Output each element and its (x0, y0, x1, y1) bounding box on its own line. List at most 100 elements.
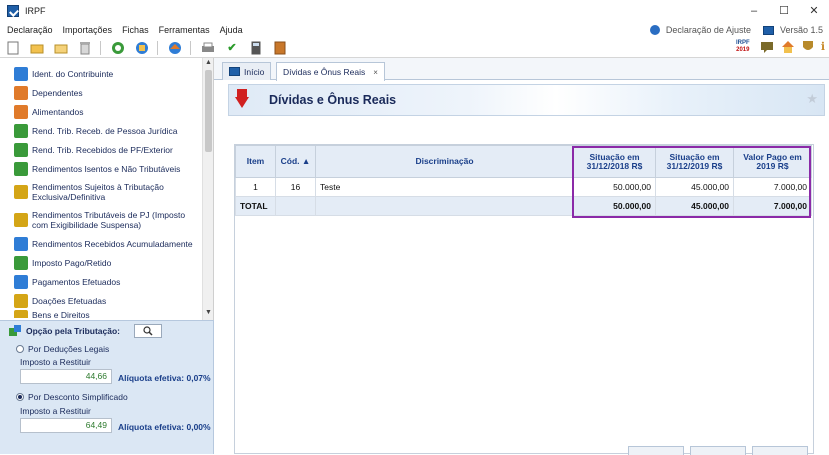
toolbar-separator (157, 40, 158, 55)
menu-bar: Declaração Importações Fichas Ferramenta… (0, 22, 829, 38)
irpf-badge[interactable]: IRPF 2019 (733, 40, 753, 56)
house-icon (14, 310, 28, 318)
irpf-app-icon (7, 5, 19, 17)
toolbar-separator (190, 40, 191, 55)
tab-close-icon[interactable]: × (373, 68, 378, 77)
window-title: IRPF (25, 6, 46, 16)
menu-right-info: Declaração de Ajuste Versão 1.5 (649, 22, 823, 38)
toolbar-right: IRPF 2019 ℹ (733, 40, 825, 56)
total-empty-discriminacao (315, 196, 574, 216)
trash-icon[interactable] (77, 40, 93, 56)
nav-list: Ident. do Contribuinte Dependentes Alime… (0, 58, 203, 320)
simplificado-imposto-value: 64,49 (20, 418, 112, 433)
deducoes-imposto-label: Imposto a Restituir (20, 357, 91, 367)
menu-declaracao[interactable]: Declaração (7, 25, 53, 35)
maximize-button[interactable]: ☐ (769, 0, 799, 22)
total-empty-cod (275, 196, 316, 216)
versao-icon (762, 25, 774, 35)
window-titlebar: IRPF – ☐ ✕ (0, 0, 829, 22)
radio-deducoes-legais[interactable]: Por Deduções Legais (16, 344, 109, 354)
nav-scrollbar[interactable]: ▲ ▼ (202, 58, 213, 320)
chat-icon[interactable] (760, 40, 774, 56)
print-icon[interactable] (200, 40, 216, 56)
nav-item-rend-exclusiva[interactable]: Rendimentos Sujeitos à Tributação Exclus… (0, 178, 203, 206)
tributacao-panel: Opção pela Tributação: Por Deduções Lega… (0, 320, 214, 454)
card-icon (14, 274, 28, 289)
deducoes-imposto-value: 44,66 (20, 369, 112, 384)
tab-bar: Início Dívidas e Ônus Reais × (214, 58, 829, 81)
search-icon (143, 326, 153, 336)
money-in-icon (14, 123, 28, 138)
globe-icon[interactable] (167, 40, 183, 56)
tab-inicio[interactable]: Início (222, 62, 272, 80)
radio-simplificado-indicator[interactable] (16, 393, 24, 401)
document-check-icon (14, 161, 28, 176)
dividas-icon (235, 89, 249, 111)
document-search-icon (14, 236, 28, 251)
check-icon[interactable]: ✔ (224, 40, 240, 56)
col-item[interactable]: Item (235, 145, 276, 178)
menu-ferramentas[interactable]: Ferramentas (159, 25, 210, 35)
nav-scroll-thumb[interactable] (205, 70, 212, 152)
declaracao-ajuste-label[interactable]: Declaração de Ajuste (666, 25, 751, 35)
calculator-icon[interactable] (248, 40, 264, 56)
deducoes-aliquota: Alíquota efetiva: 0,07% (118, 373, 211, 383)
nav-item-ident-contribuinte[interactable]: Ident. do Contribuinte (0, 64, 203, 83)
simplificado-imposto-label: Imposto a Restituir (20, 406, 91, 416)
tab-dividas-onus[interactable]: Dívidas e Ônus Reais × (276, 62, 385, 81)
total-label: TOTAL (235, 196, 276, 216)
people-icon (14, 104, 28, 119)
inicio-icon (229, 67, 240, 76)
toolbar-separator (100, 40, 101, 55)
menu-fichas[interactable]: Fichas (122, 25, 149, 35)
value-columns-highlight (572, 146, 811, 218)
gift-icon (14, 293, 28, 308)
menu-ajuda[interactable]: Ajuda (220, 25, 243, 35)
book-icon[interactable] (272, 40, 288, 56)
person-icon (14, 66, 28, 81)
close-button[interactable]: ✕ (799, 0, 829, 22)
receita-icon[interactable] (134, 40, 150, 56)
main-content: Início Dívidas e Ônus Reais × Dívidas e … (214, 58, 829, 454)
page-banner: Dívidas e Ônus Reais ★ (228, 84, 825, 116)
scroll-up-icon[interactable]: ▲ (204, 59, 213, 69)
cell-cod[interactable]: 16 (275, 177, 316, 197)
minimize-button[interactable]: – (739, 0, 769, 22)
new-document-icon[interactable] (5, 40, 21, 56)
folder-icon[interactable] (53, 40, 69, 56)
radio-deducoes-indicator[interactable] (16, 345, 24, 353)
left-navigation-panel: Ident. do Contribuinte Dependentes Alime… (0, 58, 214, 320)
nav-item-bens-direitos[interactable]: Bens e Direitos (0, 310, 203, 318)
radio-desconto-simplificado[interactable]: Por Desconto Simplificado (16, 392, 128, 402)
cell-discriminacao[interactable]: Teste (315, 177, 574, 197)
coin-icon (14, 255, 28, 270)
col-discriminacao[interactable]: Discriminação (315, 145, 574, 178)
nav-item-rend-suspensa[interactable]: Rendimentos Tributáveis de PJ (Imposto c… (0, 206, 203, 234)
favorite-star-icon[interactable]: ★ (806, 91, 818, 107)
nav-item-rend-acumulado[interactable]: Rendimentos Recebidos Acumuladamente (0, 234, 203, 253)
cell-item[interactable]: 1 (235, 177, 276, 197)
tributacao-search-button[interactable] (134, 324, 162, 338)
open-folder-icon[interactable] (29, 40, 45, 56)
shield-icon[interactable] (802, 40, 814, 56)
menu-importacoes[interactable]: Importações (63, 25, 113, 35)
scroll-down-icon[interactable]: ▼ (204, 309, 213, 319)
home-icon[interactable] (781, 40, 795, 56)
col-cod[interactable]: Cód. ▲ (275, 145, 316, 178)
nav-item-imposto-pago[interactable]: Imposto Pago/Retido (0, 253, 203, 272)
help-icon[interactable]: ℹ (821, 40, 825, 56)
nav-item-rend-pj[interactable]: Rend. Trib. Receb. de Pessoa Jurídica (0, 121, 203, 140)
simplificado-aliquota: Alíquota efetiva: 0,00% (118, 422, 211, 432)
transmit-icon[interactable] (110, 40, 126, 56)
nav-item-rend-pf[interactable]: Rend. Trib. Recebidos de PF/Exterior (0, 140, 203, 159)
nav-item-dependentes[interactable]: Dependentes (0, 83, 203, 102)
nav-item-rend-isentos[interactable]: Rendimentos Isentos e Não Tributáveis (0, 159, 203, 178)
nav-item-alimentandos[interactable]: Alimentandos (0, 102, 203, 121)
versao-label: Versão 1.5 (779, 25, 823, 35)
dependents-icon (14, 85, 28, 100)
nav-item-pagamentos[interactable]: Pagamentos Efetuados (0, 272, 203, 291)
warning-document-icon (14, 185, 28, 199)
money-in-icon (14, 142, 28, 157)
tributacao-icon (9, 325, 21, 336)
nav-item-doacoes[interactable]: Doações Efetuadas (0, 291, 203, 310)
